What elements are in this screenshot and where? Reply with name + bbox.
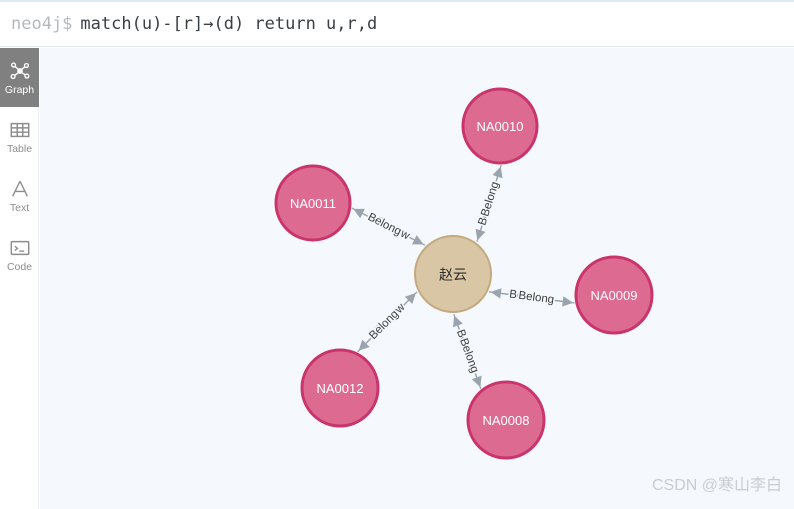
sidebar-item-graph-label: Graph [4,83,35,96]
node-label: NA0011 [290,196,336,211]
view-mode-sidebar: Graph Table Text Code [0,48,39,509]
query-text: match(u)-[r]→(d) return u,r,d [80,14,378,34]
edge-label: Belong [367,308,401,342]
text-icon [9,178,31,200]
sidebar-item-text-label: Text [9,201,30,214]
sidebar-item-code-label: Code [6,260,33,273]
graph-node-center[interactable]: 赵云 [414,235,492,313]
graph-node-na0008[interactable]: NA0008 [466,380,546,460]
graph-node-na0010[interactable]: NA0010 [461,87,539,165]
node-label: NA0009 [591,288,638,303]
sidebar-item-code[interactable]: Code [0,225,39,284]
sidebar-item-graph[interactable]: Graph [0,48,39,107]
node-layer: 赵云 NA0010 NA0011 NA0009 NA0012 NA0008 [274,87,654,460]
edge-label: Belong [479,180,501,218]
node-label: NA0008 [483,413,530,428]
graph-node-na0011[interactable]: NA0011 [274,164,352,242]
query-bar[interactable]: neo4j$ match(u)-[r]→(d) return u,r,d [0,0,794,47]
graph-icon [9,60,31,82]
watermark: CSDN @寒山李白 [651,477,782,494]
sidebar-item-table-label: Table [6,142,33,155]
code-icon [9,237,31,259]
neo4j-browser-result-pane: neo4j$ match(u)-[r]→(d) return u,r,d Gra… [0,0,794,509]
sidebar-item-table[interactable]: Table [0,107,39,166]
edge-arrowhead [490,288,502,299]
graph-canvas[interactable]: Borrow Borrow Belong Belong Borrow Borrow Belo… [40,48,794,509]
query-prompt-label: neo4j$ [11,14,73,34]
edge-label: Belong [366,211,403,238]
node-label: 赵云 [439,267,467,283]
node-label: NA0010 [477,119,524,134]
edge-arrowhead [475,228,486,241]
edge-label: Belong [457,337,480,375]
table-icon [9,119,31,141]
graph-visualization[interactable]: BorrowBorrowBelongBelongBorrowBorrowBelo… [40,48,794,509]
graph-node-na0012[interactable]: NA0012 [300,348,380,428]
sidebar-item-text[interactable]: Text [0,166,39,225]
edge-label: Belong [518,290,555,307]
graph-node-na0009[interactable]: NA0009 [574,255,654,335]
node-label: NA0012 [317,381,364,396]
